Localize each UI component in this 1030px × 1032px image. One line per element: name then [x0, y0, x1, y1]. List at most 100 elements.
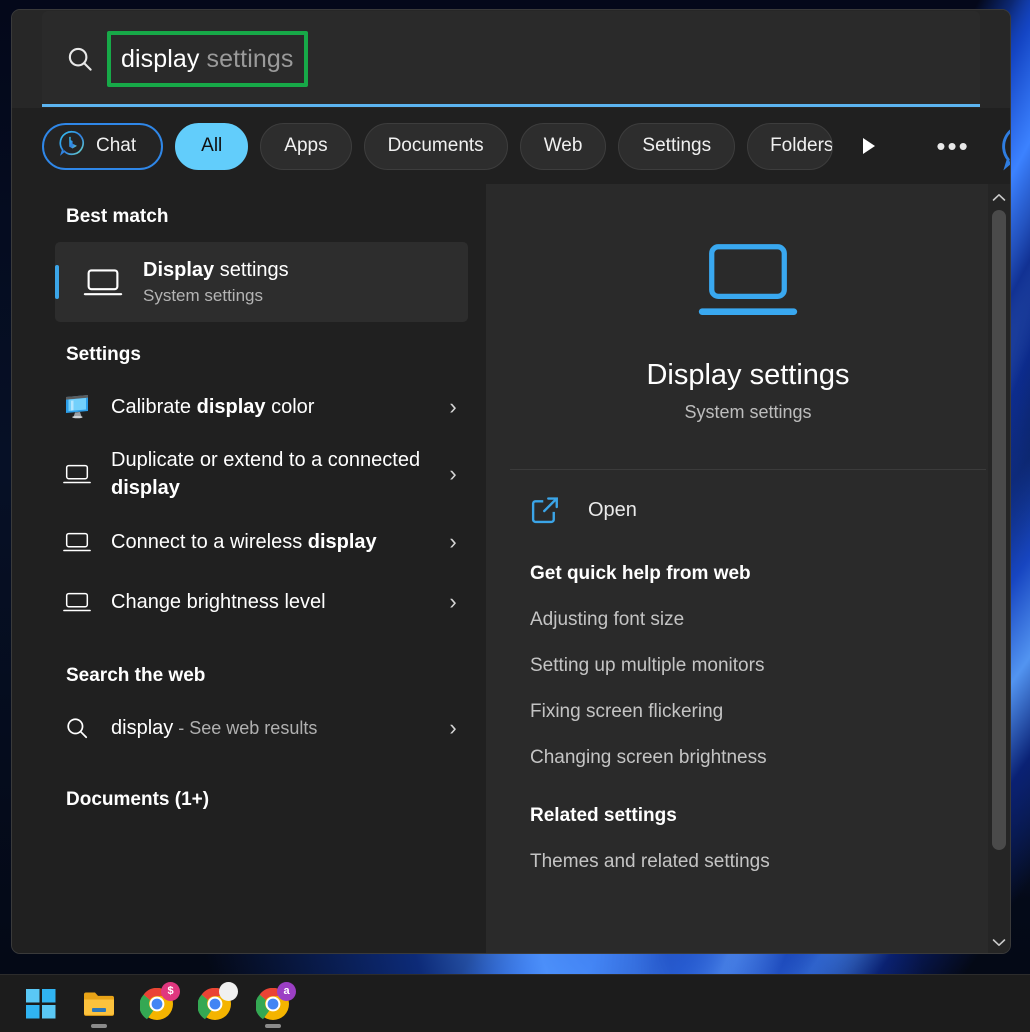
play-triangle-icon [860, 136, 878, 156]
result-item-calibrate-display-color[interactable]: Calibrate display color › [12, 380, 486, 434]
scroll-down-button[interactable] [988, 929, 1010, 954]
filter-overflow-label: ••• [936, 131, 969, 162]
preview-quick-help-heading: Get quick help from web [486, 525, 1010, 585]
label-pre: Calibrate [111, 396, 197, 418]
section-heading-search-the-web: Search the web [12, 635, 486, 701]
taskbar-file-explorer[interactable] [74, 981, 124, 1027]
filter-pill-folders[interactable]: Folders [747, 123, 833, 170]
section-heading-settings: Settings [12, 322, 486, 380]
taskbar-badge: $ [161, 982, 180, 1001]
filter-pill-documents-label: Documents [388, 135, 484, 157]
label-pre: Duplicate or extend to a connected [111, 449, 420, 471]
result-item-label: Change brightness level [111, 588, 438, 616]
result-item-duplicate-or-extend[interactable]: Duplicate or extend to a connected displ… [12, 440, 486, 509]
taskbar-start-button[interactable] [16, 981, 66, 1027]
result-item-label: Duplicate or extend to a connected displ… [111, 446, 438, 503]
results-body: Best match Display settings System setti… [12, 184, 1010, 954]
search-icon [55, 715, 99, 741]
filter-pill-folders-label: Folders [770, 135, 833, 157]
result-item-label: display - See web results [111, 714, 438, 742]
filter-pill-web-label: Web [544, 135, 583, 157]
filter-overflow-button[interactable]: ••• [931, 124, 975, 168]
monitor-icon [698, 242, 798, 326]
web-query-text: display [111, 717, 173, 739]
monitor-icon [55, 589, 99, 615]
search-typed-text: display [121, 45, 200, 74]
result-item-connect-wireless-display[interactable]: Connect to a wireless display › [12, 515, 486, 569]
taskbar: $ a [0, 974, 1030, 1032]
preview-content: Display settings System settings Open Ge… [486, 184, 1010, 954]
filter-pill-all[interactable]: All [175, 123, 248, 170]
preview-quick-help-link[interactable]: Changing screen brightness [486, 723, 1010, 769]
chevron-down-icon [992, 938, 1006, 947]
bing-icon [1001, 122, 1010, 171]
taskbar-chrome-window-1[interactable]: $ [132, 981, 182, 1027]
best-match-title: Display settings [143, 257, 289, 284]
best-match-item[interactable]: Display settings System settings [55, 242, 468, 322]
bing-chat-icon [59, 130, 85, 162]
filter-pill-all-label: All [201, 135, 222, 157]
desktop: display settings Chat [0, 0, 1030, 1032]
external-link-icon [530, 495, 560, 525]
taskbar-badge: a [277, 982, 296, 1001]
preview-related-settings-heading: Related settings [486, 769, 1010, 827]
filter-pill-chat[interactable]: Chat [42, 123, 163, 170]
chevron-right-icon: › [438, 461, 468, 487]
monitor-icon [83, 266, 123, 299]
taskbar-badge [219, 982, 238, 1001]
search-input[interactable]: display settings [107, 31, 308, 87]
chevron-right-icon: › [438, 394, 468, 420]
preview-title: Display settings [486, 359, 1010, 392]
label-pre: Change brightness level [111, 591, 326, 613]
result-item-web-search[interactable]: display - See web results › [12, 701, 486, 755]
best-match-title-bold: Display [143, 259, 214, 281]
chevron-right-icon: › [438, 589, 468, 615]
filter-pill-settings-label: Settings [642, 135, 711, 157]
filter-pill-apps-label: Apps [284, 135, 327, 157]
preview-open-label: Open [588, 499, 637, 522]
label-bold: display [111, 477, 180, 499]
chevron-right-icon: › [438, 529, 468, 555]
filter-pill-apps[interactable]: Apps [260, 123, 351, 170]
label-bold: display [197, 396, 266, 418]
windows-logo-icon [26, 989, 56, 1019]
bing-launcher-button[interactable] [1001, 122, 1010, 171]
preview-related-settings-link[interactable]: Themes and related settings [486, 827, 1010, 873]
preview-open-action[interactable]: Open [486, 470, 1010, 525]
preview-hero: Display settings System settings [486, 184, 1010, 449]
filter-pill-chat-label: Chat [96, 135, 136, 157]
filter-pill-web[interactable]: Web [520, 123, 607, 170]
search-bar-row: display settings [12, 10, 1010, 108]
monitor-icon [55, 529, 99, 555]
running-indicator [91, 1024, 107, 1028]
search-icon [65, 44, 95, 74]
scroll-track[interactable] [988, 210, 1010, 929]
scroll-up-button[interactable] [988, 184, 1010, 210]
filter-scroll-next-button[interactable] [849, 126, 889, 166]
preview-quick-help-link[interactable]: Setting up multiple monitors [486, 631, 1010, 677]
preview-scrollbar[interactable] [988, 184, 1010, 954]
label-post: color [266, 396, 315, 418]
best-match-text: Display settings System settings [143, 257, 289, 308]
preview-quick-help-link[interactable]: Adjusting font size [486, 585, 1010, 631]
preview-quick-help-link[interactable]: Fixing screen flickering [486, 677, 1010, 723]
color-monitor-icon [55, 393, 99, 421]
best-match-subtitle: System settings [143, 284, 289, 308]
result-item-label: Calibrate display color [111, 393, 438, 421]
filter-pill-row: Chat All Apps Documents Web Settings Fol… [12, 108, 1010, 184]
chevron-up-icon [992, 193, 1006, 202]
taskbar-chrome-window-3[interactable]: a [248, 981, 298, 1027]
search-suggestion-text: settings [207, 45, 294, 74]
search-bar[interactable]: display settings [42, 11, 980, 107]
folder-icon [82, 989, 116, 1019]
filter-pill-documents[interactable]: Documents [364, 123, 508, 170]
result-item-label: Connect to a wireless display [111, 528, 438, 556]
web-query-tail: - See web results [173, 718, 317, 738]
taskbar-chrome-window-2[interactable] [190, 981, 240, 1027]
scroll-thumb[interactable] [992, 210, 1006, 850]
best-match-title-rest: settings [220, 259, 289, 281]
monitor-icon [55, 461, 99, 487]
result-item-change-brightness-level[interactable]: Change brightness level › [12, 575, 486, 629]
section-heading-best-match: Best match [12, 184, 486, 242]
filter-pill-settings[interactable]: Settings [618, 123, 735, 170]
